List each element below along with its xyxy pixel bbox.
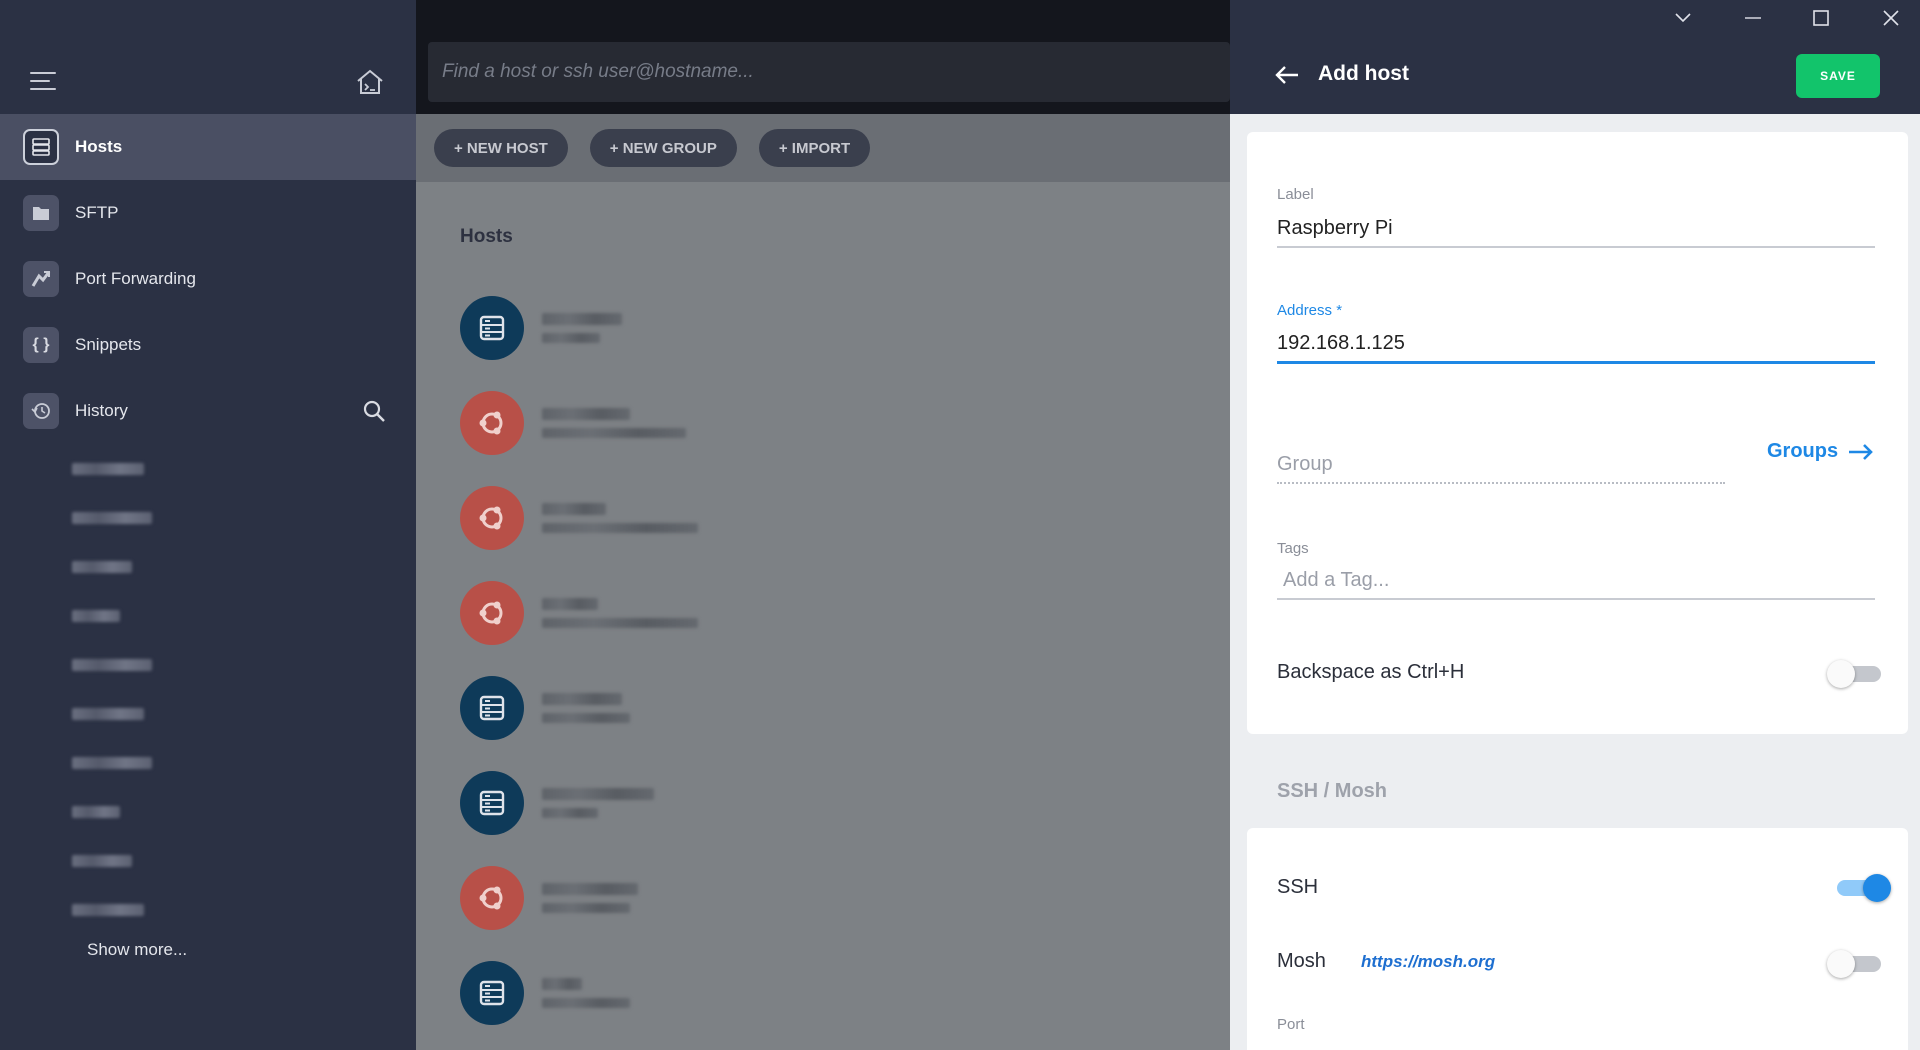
sidebar-item-sftp[interactable]: SFTP	[0, 180, 416, 246]
menu-icon[interactable]	[30, 72, 56, 92]
sidebar-item-label: Hosts	[75, 137, 123, 156]
tags-field[interactable]	[1277, 562, 1875, 600]
chevron-down-icon[interactable]	[1668, 8, 1698, 28]
minimize-icon[interactable]	[1738, 8, 1768, 28]
ubuntu-icon	[460, 580, 524, 645]
server-icon	[460, 675, 524, 740]
history-item[interactable]	[72, 738, 416, 787]
sidebar-item-history[interactable]: History	[0, 378, 416, 444]
history-item[interactable]	[72, 444, 416, 493]
port-field-label: Port	[1277, 1016, 1305, 1033]
history-item[interactable]	[72, 689, 416, 738]
folder-icon	[23, 195, 59, 231]
host-search-bar	[428, 42, 1230, 102]
host-item[interactable]	[416, 850, 1230, 945]
host-list	[416, 280, 1230, 1040]
sidebar-item-snippets[interactable]: { } Snippets	[0, 312, 416, 378]
panel-title: Add host	[1318, 62, 1409, 85]
address-field-label: Address *	[1277, 302, 1343, 319]
mosh-link[interactable]: https://mosh.org	[1361, 952, 1495, 972]
show-more-link[interactable]: Show more...	[0, 940, 416, 960]
backspace-toggle[interactable]	[1827, 660, 1883, 688]
history-list	[0, 444, 416, 934]
ssh-label: SSH	[1277, 876, 1319, 898]
host-item[interactable]	[416, 660, 1230, 755]
mosh-toggle[interactable]	[1827, 950, 1883, 978]
history-item[interactable]	[72, 885, 416, 934]
sidebar: Hosts SFTP Port Forwarding { } Snippets …	[0, 0, 416, 1050]
label-field-label: Label	[1277, 186, 1314, 203]
mosh-label: Mosh	[1277, 950, 1326, 972]
server-icon	[460, 295, 524, 360]
sidebar-item-label: Port Forwarding	[75, 269, 196, 288]
ubuntu-icon	[460, 390, 524, 455]
sidebar-item-hosts[interactable]: Hosts	[0, 114, 416, 180]
sidebar-item-label: SFTP	[75, 203, 119, 222]
host-item[interactable]	[416, 755, 1230, 850]
sidebar-item-port-forwarding[interactable]: Port Forwarding	[0, 246, 416, 312]
new-group-button[interactable]: + NEW GROUP	[589, 129, 737, 167]
history-item[interactable]	[72, 787, 416, 836]
history-item[interactable]	[72, 836, 416, 885]
port-forwarding-icon	[23, 261, 59, 297]
home-terminal-icon[interactable]	[355, 68, 385, 96]
host-item[interactable]	[416, 470, 1230, 565]
label-field[interactable]	[1277, 210, 1875, 248]
maximize-icon[interactable]	[1806, 8, 1836, 28]
history-item[interactable]	[72, 493, 416, 542]
ssh-mosh-card: SSH Mosh https://mosh.org Port	[1247, 828, 1908, 1050]
ubuntu-icon	[460, 865, 524, 930]
backspace-option-label: Backspace as Ctrl+H	[1277, 661, 1465, 683]
new-host-button[interactable]: + NEW HOST	[434, 129, 568, 167]
history-icon	[23, 393, 59, 429]
braces-icon: { }	[23, 327, 59, 363]
host-search-input[interactable]	[442, 61, 1230, 83]
add-host-panel: Add host SAVE Label Address * Groups Tag…	[1230, 0, 1920, 1050]
arrow-right-icon	[1849, 443, 1873, 460]
server-icon	[460, 960, 524, 1025]
section-title: Hosts	[460, 226, 513, 247]
address-field[interactable]	[1277, 326, 1875, 364]
sidebar-item-label: Snippets	[75, 335, 142, 354]
group-field[interactable]	[1277, 446, 1725, 484]
general-card: Label Address * Groups Tags Backspace as…	[1247, 132, 1908, 734]
top-bar	[416, 0, 1230, 114]
hosts-icon	[23, 129, 59, 165]
panel-header: Add host SAVE	[1230, 0, 1920, 114]
groups-link-label: Groups	[1767, 440, 1839, 462]
save-button[interactable]: SAVE	[1796, 54, 1880, 98]
ssh-section-title: SSH / Mosh	[1277, 780, 1388, 802]
ssh-toggle[interactable]	[1833, 874, 1891, 902]
search-icon[interactable]	[362, 399, 386, 423]
host-item[interactable]	[416, 375, 1230, 470]
sidebar-item-label: History	[75, 401, 128, 420]
groups-link[interactable]: Groups	[1767, 440, 1874, 463]
back-arrow-icon[interactable]	[1274, 62, 1300, 88]
history-item[interactable]	[72, 591, 416, 640]
import-button[interactable]: + IMPORT	[758, 129, 871, 167]
main-content: + NEW HOST + NEW GROUP + IMPORT Hosts	[416, 0, 1230, 1050]
history-item[interactable]	[72, 640, 416, 689]
server-icon	[460, 770, 524, 835]
toolbar: + NEW HOST + NEW GROUP + IMPORT	[416, 114, 1230, 182]
history-item[interactable]	[72, 542, 416, 591]
host-item[interactable]	[416, 565, 1230, 660]
tags-field-label: Tags	[1277, 540, 1309, 557]
ubuntu-icon	[460, 485, 524, 550]
close-icon[interactable]	[1876, 8, 1906, 28]
sidebar-header	[0, 0, 416, 114]
host-item[interactable]	[416, 280, 1230, 375]
host-item[interactable]	[416, 945, 1230, 1040]
